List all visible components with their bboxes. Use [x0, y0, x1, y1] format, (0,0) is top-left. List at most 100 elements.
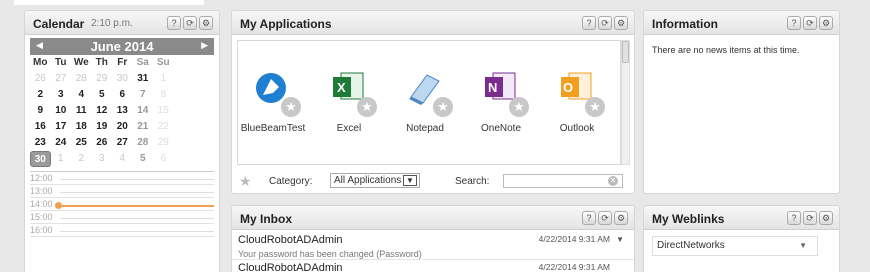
weblinks-select[interactable]: DirectNetworks ▼	[652, 236, 818, 256]
calendar-day[interactable]: 1	[153, 71, 174, 87]
favorites-star-icon[interactable]: ★	[239, 173, 252, 190]
settings-icon[interactable]: ⚙	[199, 16, 213, 30]
help-icon[interactable]: ?	[787, 211, 801, 225]
calendar-day[interactable]: 18	[71, 119, 92, 135]
hour-slot[interactable]: 12:00	[30, 172, 214, 185]
applications-title: My Applications	[240, 17, 332, 31]
outlook-icon: O ★	[557, 69, 605, 117]
calendar-day[interactable]: 14	[133, 103, 154, 119]
calendar-day[interactable]: 22	[153, 119, 174, 135]
chevron-down-icon[interactable]: ▼	[403, 175, 417, 186]
calendar-day[interactable]: 13	[112, 103, 133, 119]
calendar-day[interactable]: 16	[30, 119, 51, 135]
calendar-day[interactable]: 3	[51, 87, 72, 103]
calendar-day[interactable]: 28	[71, 71, 92, 87]
calendar-day[interactable]: 27	[51, 71, 72, 87]
calendar-day[interactable]: 4	[112, 151, 133, 167]
favorite-star-icon[interactable]: ★	[585, 97, 605, 117]
hour-slot[interactable]: 15:00	[30, 211, 214, 224]
app-tile-onenote[interactable]: N ★ OneNote	[466, 69, 536, 134]
search-input[interactable]: ✕	[503, 174, 623, 188]
calendar-day[interactable]: 1	[51, 151, 72, 167]
hour-label: 13:00	[30, 186, 56, 196]
calendar-day[interactable]: 19	[92, 119, 113, 135]
category-select[interactable]: All Applications ▼	[330, 173, 420, 188]
weblinks-panel: My Weblinks ? ⟳ ⚙ DirectNetworks ▼	[643, 205, 840, 272]
app-label: Notepad	[406, 123, 444, 134]
help-icon[interactable]: ?	[582, 211, 596, 225]
settings-icon[interactable]: ⚙	[819, 16, 833, 30]
calendar-day[interactable]: 24	[51, 135, 72, 151]
weekday-label: Fr	[117, 57, 128, 68]
top-strip	[0, 0, 870, 5]
calendar-day[interactable]: 2	[71, 151, 92, 167]
calendar-day[interactable]: 10	[51, 103, 72, 119]
calendar-week: 2 3 4 5 6 7 8	[30, 87, 214, 103]
inbox-message[interactable]: CloudRobotADAdmin 4/22/2014 9:31 AM	[232, 260, 634, 272]
calendar-day[interactable]: 11	[71, 103, 92, 119]
favorite-star-icon[interactable]: ★	[357, 97, 377, 117]
clear-icon[interactable]: ✕	[608, 176, 618, 186]
app-tile-excel[interactable]: X ★ Excel	[314, 69, 384, 134]
calendar-day[interactable]: 12	[92, 103, 113, 119]
calendar-day[interactable]: 2	[30, 87, 51, 103]
settings-icon[interactable]: ⚙	[614, 16, 628, 30]
settings-icon[interactable]: ⚙	[614, 211, 628, 225]
calendar-day[interactable]: 5	[92, 87, 113, 103]
hour-slot[interactable]: 13:00	[30, 185, 214, 198]
help-icon[interactable]: ?	[582, 16, 596, 30]
calendar-day[interactable]: 28	[133, 135, 154, 151]
calendar-day[interactable]: 27	[112, 135, 133, 151]
calendar-day[interactable]: 26	[30, 71, 51, 87]
applications-scrollbar[interactable]	[621, 40, 630, 165]
favorite-star-icon[interactable]: ★	[433, 97, 453, 117]
refresh-icon[interactable]: ⟳	[803, 16, 817, 30]
refresh-icon[interactable]: ⟳	[598, 211, 612, 225]
onenote-icon: N ★	[481, 69, 529, 117]
calendar-day[interactable]: 20	[112, 119, 133, 135]
app-tile-notepad[interactable]: ★ Notepad	[390, 69, 460, 134]
applications-panel: My Applications ? ⟳ ⚙ ★ BlueBeamTest X ★…	[231, 10, 635, 194]
calendar-day[interactable]: 9	[30, 103, 51, 119]
day-schedule: 12:00 13:00 14:00 15:00 16:00	[30, 171, 214, 237]
settings-icon[interactable]: ⚙	[819, 211, 833, 225]
calendar-day[interactable]: 5	[133, 151, 154, 167]
calendar-day[interactable]: 4	[71, 87, 92, 103]
calendar-day[interactable]: 6	[112, 87, 133, 103]
favorite-star-icon[interactable]: ★	[281, 97, 301, 117]
app-tile-bluebeam[interactable]: ★ BlueBeamTest	[238, 69, 308, 134]
refresh-icon[interactable]: ⟳	[183, 16, 197, 30]
help-icon[interactable]: ?	[167, 16, 181, 30]
next-month-icon[interactable]: ▶	[201, 40, 208, 51]
calendar-day[interactable]: 8	[153, 87, 174, 103]
help-icon[interactable]: ?	[787, 16, 801, 30]
calendar-day[interactable]: 30	[112, 71, 133, 87]
calendar-day[interactable]: 3	[92, 151, 113, 167]
hour-slot[interactable]: 16:00	[30, 224, 214, 237]
calendar-day[interactable]: 25	[71, 135, 92, 151]
calendar-day[interactable]: 6	[153, 151, 174, 167]
calendar-day[interactable]: 26	[92, 135, 113, 151]
weekday-header: Mo Tu We Th Fr Sa Su	[30, 55, 214, 71]
chevron-down-icon[interactable]: ▼	[799, 237, 807, 255]
refresh-icon[interactable]: ⟳	[803, 211, 817, 225]
calendar-day[interactable]: 17	[51, 119, 72, 135]
calendar-day[interactable]: 23	[30, 135, 51, 151]
calendar-day-selected[interactable]: 30	[30, 151, 51, 167]
calendar-day[interactable]: 15	[153, 103, 174, 119]
calendar-day[interactable]: 7	[133, 87, 154, 103]
applications-header: My Applications ? ⟳ ⚙	[232, 11, 634, 35]
message-sender: CloudRobotADAdmin	[238, 262, 343, 272]
calendar-day[interactable]: 21	[133, 119, 154, 135]
calendar-day[interactable]: 31	[133, 71, 154, 87]
chevron-down-icon[interactable]: ▼	[616, 235, 624, 244]
refresh-icon[interactable]: ⟳	[598, 16, 612, 30]
calendar-day[interactable]: 29	[153, 135, 174, 151]
favorite-star-icon[interactable]: ★	[509, 97, 529, 117]
top-tab[interactable]	[14, 0, 204, 5]
calendar-day[interactable]: 29	[92, 71, 113, 87]
inbox-message[interactable]: CloudRobotADAdmin 4/22/2014 9:31 AM ▼ Yo…	[232, 230, 634, 260]
scrollbar-thumb[interactable]	[622, 41, 629, 63]
app-tile-outlook[interactable]: O ★ Outlook	[542, 69, 612, 134]
app-label: OneNote	[480, 123, 522, 134]
